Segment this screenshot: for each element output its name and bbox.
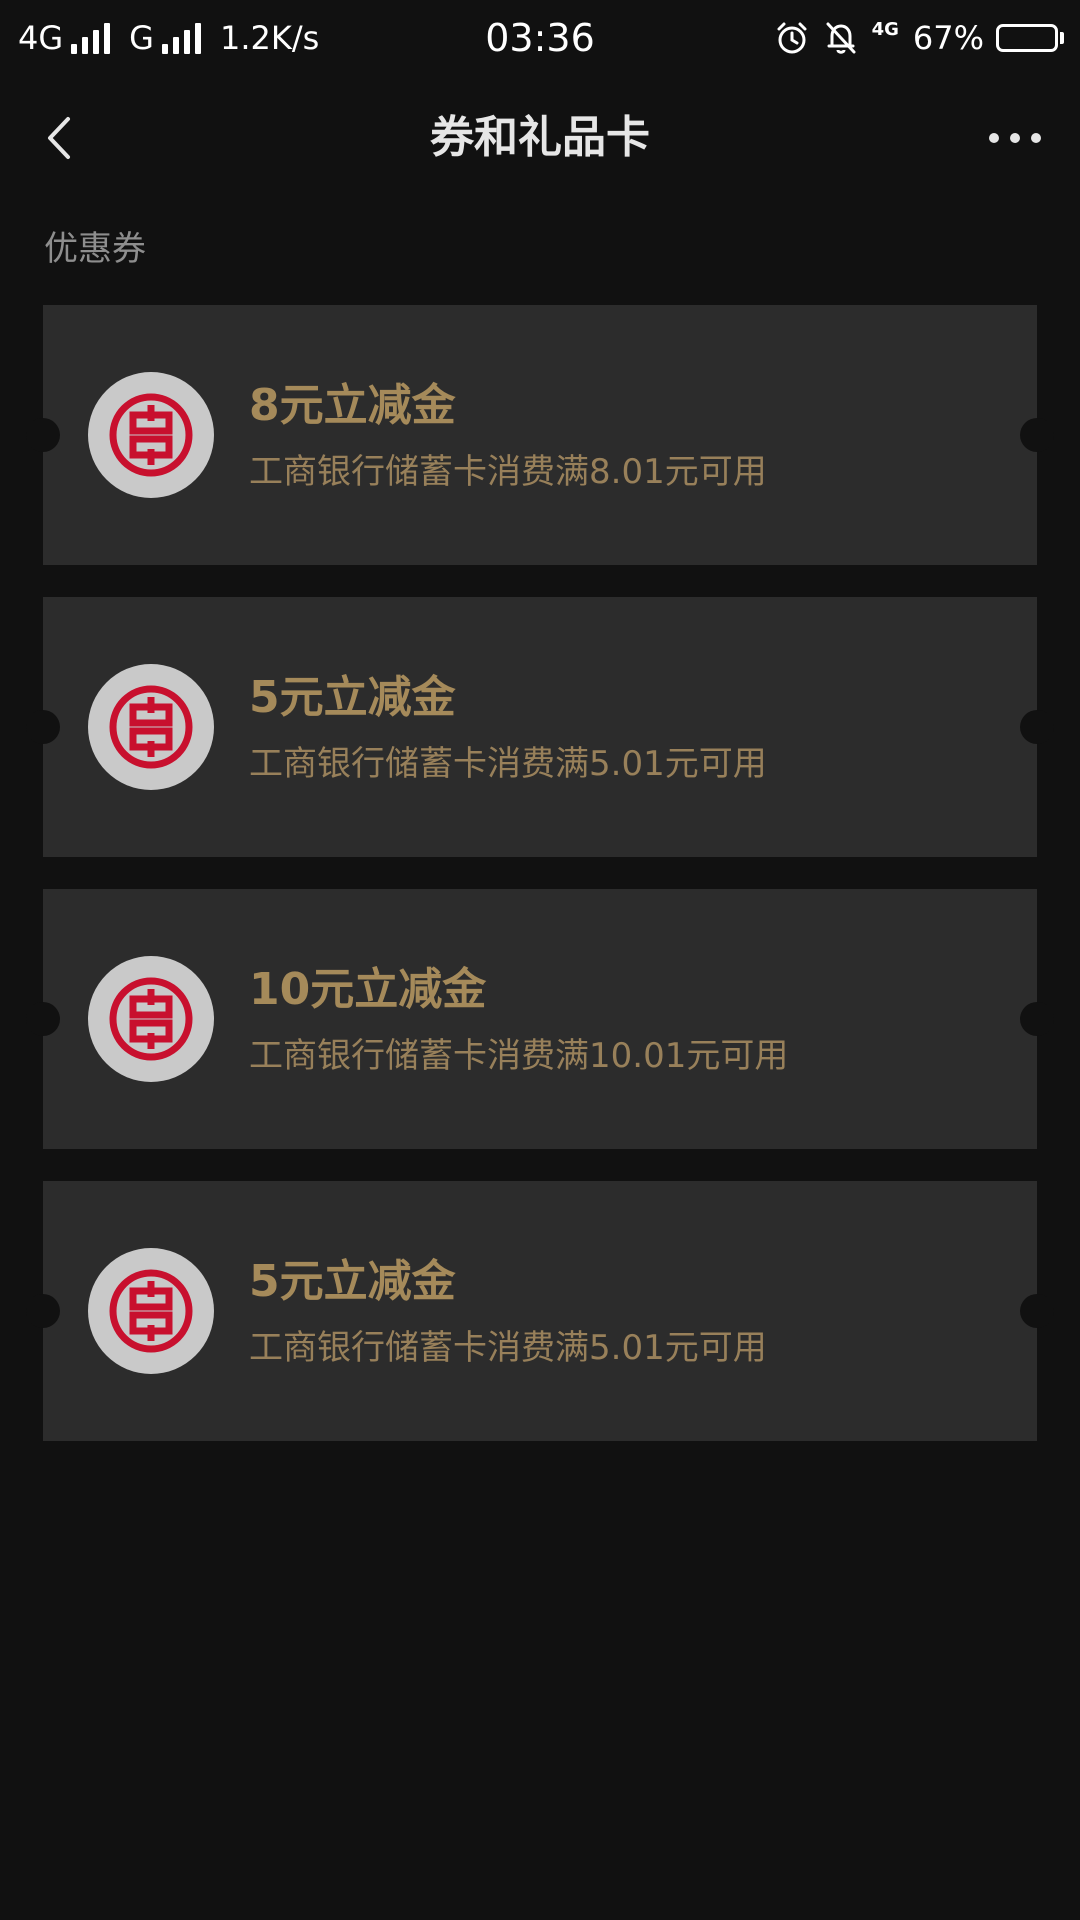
coupon-description: 工商银行储蓄卡消费满5.01元可用 [249, 1328, 767, 1368]
coupon-card[interactable]: 8元立减金 工商银行储蓄卡消费满8.01元可用 [26, 305, 1054, 565]
nav-bar: 券和礼品卡 [0, 96, 1080, 180]
alarm-icon [774, 20, 810, 56]
coupon-description: 工商银行储蓄卡消费满10.01元可用 [249, 1036, 789, 1076]
section-title: 优惠券 [44, 229, 146, 269]
status-right: 4G 67% [774, 14, 1064, 62]
icbc-logo-icon [88, 956, 214, 1082]
bell-muted-icon [824, 20, 858, 56]
more-button[interactable] [980, 106, 1050, 170]
ticket-notch [1020, 1002, 1054, 1036]
screen: 4G G 1.2K/s 03:36 4G 67% 券和礼品卡 优惠券 8元立减金… [0, 0, 1080, 1920]
coupon-card[interactable]: 10元立减金 工商银行储蓄卡消费满10.01元可用 [26, 889, 1054, 1149]
page-title: 券和礼品卡 [430, 112, 650, 163]
ticket-notch [26, 1002, 60, 1036]
battery-percent: 67% [912, 19, 984, 57]
ticket-notch [1020, 418, 1054, 452]
ticket-notch [26, 710, 60, 744]
battery-icon [996, 24, 1064, 52]
coupon-list: 8元立减金 工商银行储蓄卡消费满8.01元可用 5元立减金 工商银行储蓄卡消费满… [26, 305, 1054, 1473]
icbc-logo-icon [88, 1248, 214, 1374]
ticket-notch [26, 418, 60, 452]
coupon-card[interactable]: 5元立减金 工商银行储蓄卡消费满5.01元可用 [26, 1181, 1054, 1441]
icbc-logo-icon [88, 664, 214, 790]
more-dots-icon [989, 133, 1041, 143]
coupon-title: 8元立减金 [249, 380, 456, 431]
ticket-notch [26, 1294, 60, 1328]
coupon-title: 10元立减金 [249, 964, 487, 1015]
coupon-title: 5元立减金 [249, 1256, 456, 1307]
network-type-tertiary: 4G [871, 19, 899, 40]
coupon-description: 工商银行储蓄卡消费满8.01元可用 [249, 452, 767, 492]
ticket-notch [1020, 1294, 1054, 1328]
status-bar: 4G G 1.2K/s 03:36 4G 67% [0, 0, 1080, 76]
coupon-card[interactable]: 5元立减金 工商银行储蓄卡消费满5.01元可用 [26, 597, 1054, 857]
icbc-logo-icon [88, 372, 214, 498]
coupon-title: 5元立减金 [249, 672, 456, 723]
ticket-notch [1020, 710, 1054, 744]
coupon-description: 工商银行储蓄卡消费满5.01元可用 [249, 744, 767, 784]
